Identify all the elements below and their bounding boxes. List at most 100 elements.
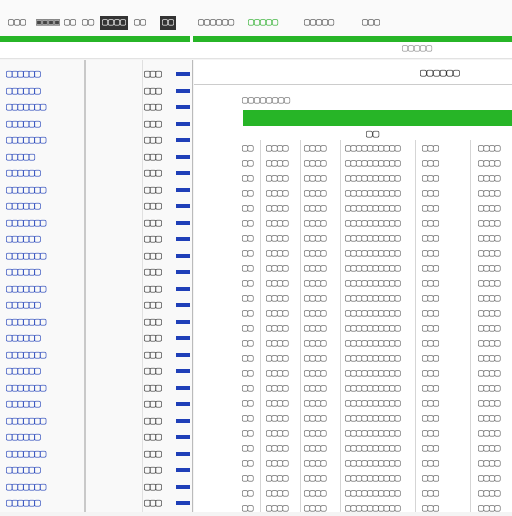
list-item-marker <box>176 385 190 390</box>
list-item-marker <box>176 187 190 192</box>
list-item-name[interactable]: ▢▢▢▢▢▢▢ <box>6 479 46 495</box>
list-item[interactable]: ▢▢▢▢▢▢▢ ▢▢▢ <box>0 132 192 148</box>
list-item-name[interactable]: ▢▢▢▢▢ <box>6 149 35 165</box>
table-cell: ▢▢ <box>242 218 254 229</box>
list-item[interactable]: ▢▢▢▢▢▢▢ ▢▢▢ <box>0 215 192 231</box>
list-item-name[interactable]: ▢▢▢▢▢▢ <box>6 297 41 313</box>
toolbar-item[interactable]: ▣▣▣▣ <box>34 16 62 30</box>
toolbar-item[interactable]: ▢▢▢ <box>6 16 28 30</box>
table-cell: ▢▢▢▢ <box>266 308 289 319</box>
list-item[interactable]: ▢▢▢▢▢▢▢ ▢▢▢ <box>0 182 192 198</box>
list-item[interactable]: ▢▢▢▢▢▢ ▢▢▢ <box>0 297 192 313</box>
list-item-name[interactable]: ▢▢▢▢▢▢ <box>6 330 41 346</box>
list-item[interactable]: ▢▢▢▢▢▢ ▢▢▢ <box>0 462 192 478</box>
list-item[interactable]: ▢▢▢▢▢▢▢ ▢▢▢ <box>0 281 192 297</box>
list-item[interactable]: ▢▢▢▢▢▢▢ ▢▢▢ <box>0 380 192 396</box>
list-item[interactable]: ▢▢▢▢▢▢▢ ▢▢▢ <box>0 347 192 363</box>
list-item-name[interactable]: ▢▢▢▢▢▢▢ <box>6 182 46 198</box>
list-item[interactable]: ▢▢▢▢▢▢ ▢▢▢ <box>0 264 192 280</box>
list-item-name[interactable]: ▢▢▢▢▢▢ <box>6 396 41 412</box>
table-cell: ▢▢▢▢▢▢▢▢▢▢ <box>345 143 401 154</box>
list-item-name[interactable]: ▢▢▢▢▢▢ <box>6 264 41 280</box>
table-cell: ▢▢▢▢ <box>266 143 289 154</box>
list-item-name[interactable]: ▢▢▢▢▢▢▢ <box>6 215 46 231</box>
table-cell: ▢▢▢▢▢▢▢▢▢▢ <box>345 458 401 469</box>
list-item[interactable]: ▢▢▢▢▢▢▢ ▢▢▢ <box>0 413 192 429</box>
toolbar-item[interactable]: ▢▢▢▢ <box>100 16 129 30</box>
list-item[interactable]: ▢▢▢▢▢▢ ▢▢▢ <box>0 330 192 346</box>
list-item-name[interactable]: ▢▢▢▢▢▢ <box>6 495 41 511</box>
list-item-value: ▢▢▢ <box>144 430 162 443</box>
table-cell: ▢▢▢▢ <box>304 473 327 484</box>
list-item-name[interactable]: ▢▢▢▢▢▢▢ <box>6 446 46 462</box>
table-cell: ▢▢▢▢ <box>478 233 501 244</box>
list-item[interactable]: ▢▢▢▢▢▢▢ ▢▢▢ <box>0 479 192 495</box>
list-item-name[interactable]: ▢▢▢▢▢▢▢ <box>6 380 46 396</box>
list-item-name[interactable]: ▢▢▢▢▢▢ <box>6 363 41 379</box>
table-cell: ▢▢▢▢ <box>304 428 327 439</box>
table-cell: ▢▢▢▢▢▢▢▢▢▢ <box>345 488 401 499</box>
list-item-marker <box>176 501 190 505</box>
table-cell: ▢▢▢ <box>422 263 439 274</box>
table-cell: ▢▢ <box>242 323 254 334</box>
table-cell: ▢▢ <box>242 143 254 154</box>
list-item[interactable]: ▢▢▢▢▢▢▢ ▢▢▢ <box>0 446 192 462</box>
list-item[interactable]: ▢▢▢▢▢▢ ▢▢▢ <box>0 231 192 247</box>
toolbar-item[interactable]: ▢▢▢ <box>360 16 382 30</box>
list-item-name[interactable]: ▢▢▢▢▢▢ <box>6 83 41 99</box>
table-cell: ▢▢▢▢▢▢▢▢▢▢ <box>345 323 401 334</box>
list-item-value: ▢▢▢ <box>144 364 162 377</box>
table-cell: ▢▢▢ <box>422 353 439 364</box>
list-item[interactable]: ▢▢▢▢▢ ▢▢▢ <box>0 149 192 165</box>
toolbar-item[interactable]: ▢▢▢▢▢ <box>302 16 336 30</box>
table-header-bar <box>243 110 512 126</box>
list-item-name[interactable]: ▢▢▢▢▢▢ <box>6 231 41 247</box>
list-item[interactable]: ▢▢▢▢▢▢ ▢▢▢ <box>0 396 192 412</box>
list-item[interactable]: ▢▢▢▢▢▢ ▢▢▢ <box>0 83 192 99</box>
toolbar-item[interactable]: ▢▢ <box>132 16 148 30</box>
toolbar-item[interactable]: ▢▢ ▢▢ <box>62 16 96 30</box>
table-cell: ▢▢▢▢ <box>304 218 327 229</box>
table-cell: ▢▢▢▢ <box>478 353 501 364</box>
list-item-name[interactable]: ▢▢▢▢▢▢ <box>6 165 41 181</box>
list-item-marker <box>176 88 190 93</box>
table-cell: ▢▢▢▢ <box>266 458 289 469</box>
list-item[interactable]: ▢▢▢▢▢▢ ▢▢▢ <box>0 363 192 379</box>
list-item-name[interactable]: ▢▢▢▢▢▢ <box>6 116 41 132</box>
list-item[interactable]: ▢▢▢▢▢▢▢ ▢▢▢ <box>0 314 192 330</box>
table-cell: ▢▢ <box>242 293 254 304</box>
table-cell: ▢▢ <box>242 338 254 349</box>
list-item[interactable]: ▢▢▢▢▢▢ ▢▢▢ <box>0 116 192 132</box>
list-item-name[interactable]: ▢▢▢▢▢▢ <box>6 66 41 82</box>
list-item[interactable]: ▢▢▢▢▢▢▢ ▢▢▢ <box>0 99 192 115</box>
list-item[interactable]: ▢▢▢▢▢▢ ▢▢▢ <box>0 66 192 82</box>
list-item-name[interactable]: ▢▢▢▢▢▢▢ <box>6 314 46 330</box>
list-item[interactable]: ▢▢▢▢▢▢ ▢▢▢ <box>0 495 192 511</box>
toolbar-item[interactable]: ▢▢ <box>160 16 177 30</box>
list-item-name[interactable]: ▢▢▢▢▢▢ <box>6 429 41 445</box>
list-item-name[interactable]: ▢▢▢▢▢▢▢ <box>6 132 46 148</box>
toolbar-item[interactable]: ▢▢▢▢▢ <box>246 16 280 30</box>
toolbar-item[interactable]: ▢▢▢▢▢▢ <box>196 16 236 30</box>
table-cell: ▢▢▢▢ <box>478 323 501 334</box>
table-cell: ▢▢▢ <box>422 143 439 154</box>
list-item-name[interactable]: ▢▢▢▢▢▢▢ <box>6 281 46 297</box>
table-cell: ▢▢▢▢▢▢▢▢▢▢ <box>345 413 401 424</box>
list-item[interactable]: ▢▢▢▢▢▢ ▢▢▢ <box>0 198 192 214</box>
table-column-divider <box>470 140 471 512</box>
list-item-value: ▢▢▢ <box>144 166 162 179</box>
list-item-value: ▢▢▢ <box>144 380 162 394</box>
list-item-name[interactable]: ▢▢▢▢▢▢ <box>6 198 41 214</box>
list-item-name[interactable]: ▢▢▢▢▢▢▢ <box>6 99 46 115</box>
table-cell: ▢▢▢ <box>422 278 439 289</box>
list-item-name[interactable]: ▢▢▢▢▢▢▢ <box>6 248 46 264</box>
list-item-name[interactable]: ▢▢▢▢▢▢▢ <box>6 413 46 429</box>
list-item-name[interactable]: ▢▢▢▢▢▢ <box>6 462 41 478</box>
table-cell: ▢▢▢▢ <box>304 338 327 349</box>
list-item[interactable]: ▢▢▢▢▢▢ ▢▢▢ <box>0 165 192 181</box>
list-item[interactable]: ▢▢▢▢▢▢▢ ▢▢▢ <box>0 248 192 264</box>
table-cell: ▢▢▢▢ <box>266 338 289 349</box>
list-item[interactable]: ▢▢▢▢▢▢ ▢▢▢ <box>0 429 192 445</box>
list-item-name[interactable]: ▢▢▢▢▢▢▢ <box>6 347 46 363</box>
list-item-marker <box>176 451 190 456</box>
